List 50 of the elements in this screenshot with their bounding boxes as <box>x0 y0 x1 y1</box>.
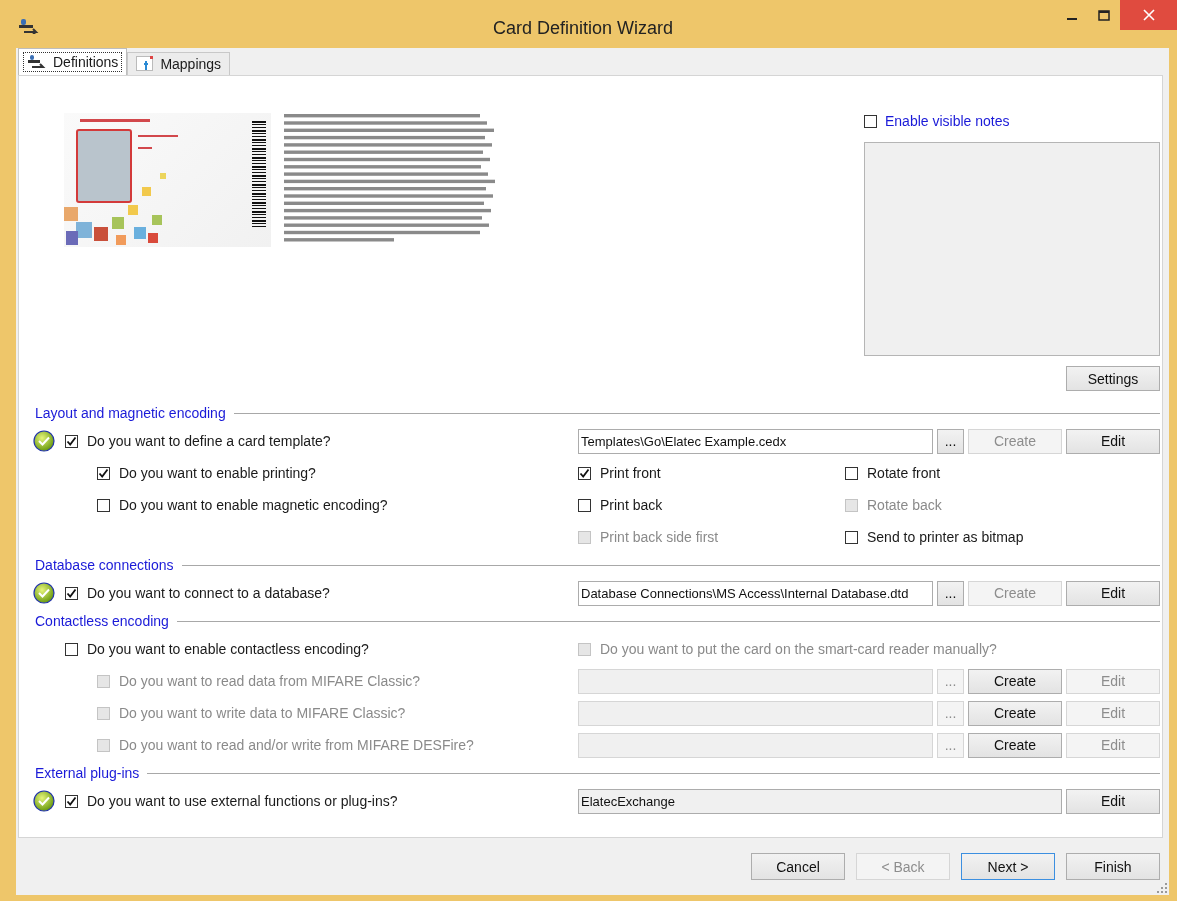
wizard-button[interactable]: Next > <box>961 853 1055 880</box>
checkbox-label: Do you want to define a card template? <box>87 433 331 449</box>
checkbox-label: Do you want to put the card on the smart-card reader manually? <box>600 641 997 657</box>
wizard-button[interactable]: Cancel <box>751 853 845 880</box>
checkbox-label: Do you want to read and/or write from MIFARE DESFire? <box>119 737 474 753</box>
checkbox[interactable] <box>65 434 78 448</box>
checkbox-label: Print front <box>600 465 661 481</box>
checkbox-label: Print back side first <box>600 529 719 545</box>
checkbox[interactable] <box>65 794 78 808</box>
checkbox[interactable] <box>65 586 78 600</box>
row-button[interactable]: ... <box>937 580 964 606</box>
checkbox-label: Do you want to connect to a database? <box>87 585 330 601</box>
card-arrow-icon <box>18 18 40 34</box>
checkbox[interactable] <box>578 466 591 480</box>
checkbox-label: Do you want to enable printing? <box>119 465 316 481</box>
window-title: Card Definition Wizard <box>491 16 675 39</box>
row-button[interactable]: Edit <box>1066 428 1160 454</box>
section-title: Layout and magnetic encoding <box>35 405 226 421</box>
section-title: External plug-ins <box>35 765 140 781</box>
path-field[interactable]: Templates\Go\Elatec Example.cedx <box>578 428 933 454</box>
checkbox[interactable] <box>97 466 110 480</box>
row-button[interactable]: Edit <box>1066 788 1160 814</box>
path-field[interactable]: Database Connections\MS Access\Internal Database.dtd <box>578 580 933 606</box>
checkbox-label: Rotate front <box>867 465 941 481</box>
settings-button[interactable]: Settings <box>1066 366 1160 391</box>
checkbox[interactable] <box>845 466 858 480</box>
row-button[interactable]: Edit <box>1066 580 1160 606</box>
wizard-button[interactable]: Finish <box>1066 853 1160 880</box>
section-title: Contactless encoding <box>35 613 169 629</box>
checkbox-label: Send to printer as bitmap <box>867 529 1024 545</box>
checkbox-label: Do you want to write data to MIFARE Classic? <box>119 705 406 721</box>
path-field[interactable]: ElatecExchange <box>578 788 1062 814</box>
checkbox[interactable] <box>97 498 110 512</box>
card-arrow-icon <box>27 55 47 69</box>
checkbox-label: Do you want to read data from MIFARE Classic? <box>119 673 421 689</box>
checkbox-label: Print back <box>600 497 663 513</box>
tab[interactable]: Definitions <box>18 48 128 75</box>
checkbox-label: Do you want to use external functions or plug-ins? <box>87 793 398 809</box>
checkbox-label: Do you want to enable contactless encoding? <box>87 641 369 657</box>
checkbox[interactable] <box>845 530 858 544</box>
resize-grip-icon[interactable] <box>1157 883 1167 893</box>
checkbox-label: Do you want to enable magnetic encoding? <box>119 497 388 513</box>
section-title: Database connections <box>35 557 174 573</box>
checkbox-label: Rotate back <box>867 497 942 513</box>
checkbox[interactable] <box>578 498 591 512</box>
tab[interactable]: Mappings <box>127 52 231 75</box>
notes-label[interactable]: Enable visible notes <box>885 113 1010 129</box>
row-button[interactable]: ... <box>937 428 964 454</box>
checkbox[interactable] <box>864 114 877 128</box>
checkbox[interactable] <box>65 642 78 656</box>
